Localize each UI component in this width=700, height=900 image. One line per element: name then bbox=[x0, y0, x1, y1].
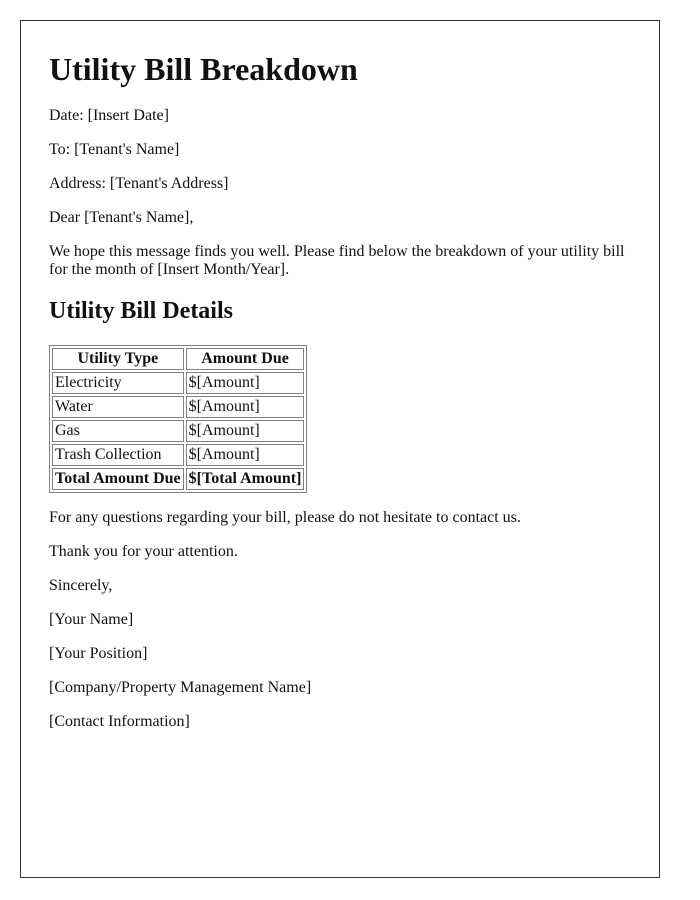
table-row: Water $[Amount] bbox=[52, 396, 305, 418]
closing: Sincerely, bbox=[49, 577, 113, 594]
signature-name: [Your Name] bbox=[49, 611, 134, 628]
column-header-amount-due: Amount Due bbox=[185, 348, 305, 370]
utility-type-cell: Water bbox=[52, 396, 184, 418]
amount-due-cell: $[Amount] bbox=[185, 372, 305, 394]
table-row: Gas $[Amount] bbox=[52, 420, 305, 442]
utility-type-cell: Electricity bbox=[52, 372, 184, 394]
salutation: Dear [Tenant's Name], bbox=[49, 209, 194, 226]
utility-type-cell: Gas bbox=[52, 420, 184, 442]
total-label-cell: Total Amount Due bbox=[52, 468, 184, 490]
utility-bill-table: Utility Type Amount Due Electricity $[Am… bbox=[49, 345, 308, 493]
table-row: Electricity $[Amount] bbox=[52, 372, 305, 394]
table-header-row: Utility Type Amount Due bbox=[52, 348, 305, 370]
page-title: Utility Bill Breakdown bbox=[49, 51, 358, 87]
amount-due-cell: $[Amount] bbox=[185, 444, 305, 466]
table-row: Trash Collection $[Amount] bbox=[52, 444, 305, 466]
signature-position: [Your Position] bbox=[49, 645, 148, 662]
column-header-utility-type: Utility Type bbox=[52, 348, 184, 370]
utility-type-cell: Trash Collection bbox=[52, 444, 184, 466]
total-amount-cell: $[Total Amount] bbox=[185, 468, 305, 490]
questions-paragraph: For any questions regarding your bill, p… bbox=[49, 509, 521, 526]
address-line: Address: [Tenant's Address] bbox=[49, 175, 229, 192]
recipient-line: To: [Tenant's Name] bbox=[49, 141, 180, 158]
amount-due-cell: $[Amount] bbox=[185, 420, 305, 442]
table-total-row: Total Amount Due $[Total Amount] bbox=[52, 468, 305, 490]
details-heading: Utility Bill Details bbox=[49, 298, 233, 324]
letter-page: Utility Bill Breakdown Date: [Insert Dat… bbox=[20, 20, 660, 878]
signature-company: [Company/Property Management Name] bbox=[49, 679, 312, 696]
intro-paragraph: We hope this message finds you well. Ple… bbox=[49, 243, 625, 278]
amount-due-cell: $[Amount] bbox=[185, 396, 305, 418]
signature-contact: [Contact Information] bbox=[49, 713, 190, 730]
date-line: Date: [Insert Date] bbox=[49, 107, 169, 124]
thanks-paragraph: Thank you for your attention. bbox=[49, 543, 238, 560]
